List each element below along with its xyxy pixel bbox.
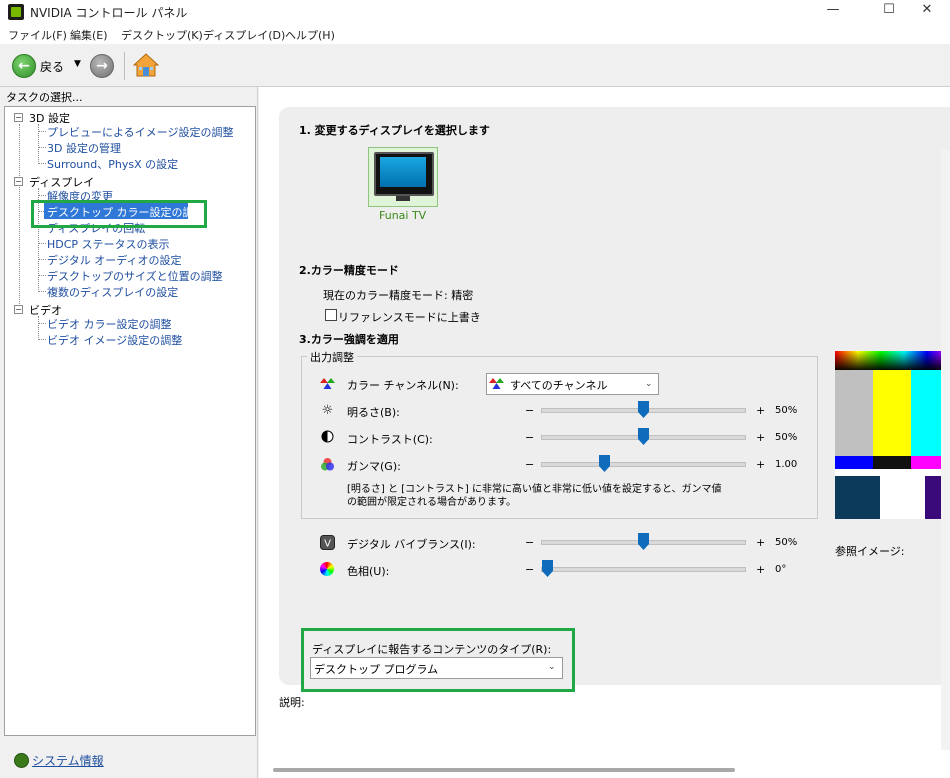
output-adjust-title: 出力調整 <box>307 349 357 365</box>
selected-item-highlight-frame <box>31 200 207 228</box>
contrast-label: コントラスト(C): <box>347 433 433 446</box>
gamma-value: 1.00 <box>775 459 798 470</box>
reference-mode-checkbox[interactable] <box>325 309 337 321</box>
tree-branch-line <box>38 124 39 164</box>
vibrance-value: 50% <box>775 537 798 548</box>
all-channels-icon <box>489 376 504 391</box>
color-channel-icon <box>320 376 335 391</box>
task-select-label: タスクの選択... <box>6 91 83 104</box>
sun-icon: ☼ <box>321 403 334 418</box>
contrast-value: 50% <box>775 432 798 443</box>
monitor-stand <box>396 196 410 201</box>
tree-connector <box>38 259 46 260</box>
horizontal-scrollbar[interactable] <box>273 768 735 772</box>
nvidia-app-icon <box>8 4 24 20</box>
tree-connector <box>38 291 46 292</box>
channel-label: カラー チャンネル(N): <box>347 379 459 392</box>
vibrance-minus: − <box>525 536 535 549</box>
info-icon <box>14 753 29 768</box>
contrast-plus: + <box>756 431 766 444</box>
hue-label: 色相(U): <box>347 565 390 578</box>
menu-help[interactable]: ヘルプ(H) <box>285 27 335 43</box>
tree-connector <box>38 243 46 244</box>
display-name[interactable]: Funai TV <box>379 209 426 222</box>
hue-icon <box>320 562 335 577</box>
reference-mode-label[interactable]: リファレンスモードに上書き <box>338 309 481 325</box>
tree-connector <box>38 163 46 164</box>
tree-item-multiple-displays[interactable]: 複数のディスプレイの設定 <box>47 284 178 300</box>
tree-collapse-display[interactable]: − <box>14 177 23 186</box>
back-arrow-icon[interactable]: ← <box>12 54 36 78</box>
gamma-icon <box>320 457 335 472</box>
tree-connector <box>38 339 46 340</box>
vibrance-label: デジタル バイブランス(I): <box>347 538 476 551</box>
tree-connector <box>38 323 46 324</box>
menu-edit[interactable]: 編集(E) <box>70 27 108 43</box>
contrast-minus: − <box>525 431 535 444</box>
content-type-value: デスクトップ プログラム <box>314 663 439 676</box>
brightness-minus: − <box>525 404 535 417</box>
tree-item-digital-audio[interactable]: デジタル オーディオの設定 <box>47 252 182 268</box>
tree-item-hdcp-status[interactable]: HDCP ステータスの表示 <box>47 236 170 252</box>
gamma-minus: − <box>525 458 535 471</box>
tree-item-video-color[interactable]: ビデオ カラー設定の調整 <box>47 316 172 332</box>
pane-splitter[interactable] <box>257 86 258 778</box>
brightness-plus: + <box>756 404 766 417</box>
gamma-slider[interactable] <box>541 462 746 467</box>
tree-item-manage-3d[interactable]: 3D 設定の管理 <box>47 140 121 156</box>
test-pattern-gradient-shade <box>835 351 950 370</box>
description-label: 説明: <box>279 696 305 709</box>
tree-collapse-3d[interactable]: − <box>14 113 23 122</box>
minimize-button[interactable]: — <box>810 0 856 22</box>
vertical-scrollbar[interactable] <box>941 150 950 750</box>
hue-minus: − <box>525 563 535 576</box>
toolbar-separator <box>124 52 125 80</box>
tree-connector <box>38 131 46 132</box>
hue-value: 0° <box>775 564 787 575</box>
monitor-screen <box>380 157 426 187</box>
section-color-accuracy: 2.カラー精度モード <box>299 264 399 277</box>
tree-item-preview-image-settings[interactable]: プレビューによるイメージ設定の調整 <box>47 124 233 140</box>
tree-connector <box>38 147 46 148</box>
gamma-warning-text: [明るさ] と [コントラスト] に非常に高い値と非常に低い値を設定すると、ガン… <box>347 484 722 508</box>
current-accuracy-mode: 現在のカラー精度モード: 精密 <box>323 289 474 302</box>
hue-plus: + <box>756 563 766 576</box>
section-apply-color: 3.カラー強調を適用 <box>299 333 399 346</box>
reference-test-pattern <box>835 351 950 519</box>
menu-desktop[interactable]: デスクトップ(K) <box>121 27 203 43</box>
tree-connector <box>38 195 46 196</box>
svg-text:V: V <box>324 539 331 550</box>
back-button-label[interactable]: 戻る <box>40 58 64 75</box>
close-button[interactable]: ✕ <box>904 0 950 22</box>
tree-collapse-video[interactable]: − <box>14 305 23 314</box>
tree-branch-line <box>38 316 39 340</box>
forward-arrow-icon[interactable]: → <box>90 54 114 78</box>
tree-item-video-image[interactable]: ビデオ イメージ設定の調整 <box>47 332 182 348</box>
reference-image-label: 参照イメージ: <box>835 545 905 558</box>
chevron-down-icon: ⌄ <box>645 379 653 389</box>
tree-item-surround-physx[interactable]: Surround、PhysX の設定 <box>47 156 178 172</box>
chevron-down-icon: ⌄ <box>548 662 556 672</box>
system-info-link[interactable]: システム情報 <box>32 752 104 769</box>
brightness-label: 明るさ(B): <box>347 406 400 419</box>
back-history-dropdown[interactable]: ▼ <box>74 59 81 69</box>
window-title: NVIDIA コントロール パネル <box>30 6 188 20</box>
gamma-label: ガンマ(G): <box>347 460 401 473</box>
vibrance-icon: V <box>320 535 335 550</box>
content-type-label: ディスプレイに報告するコンテンツのタイプ(R): <box>312 643 552 656</box>
contrast-icon <box>320 430 335 445</box>
section-select-display: 1. 変更するディスプレイを選択します <box>299 124 490 137</box>
gamma-plus: + <box>756 458 766 471</box>
hue-slider[interactable] <box>541 567 746 572</box>
tree-item-desktop-size-position[interactable]: デスクトップのサイズと位置の調整 <box>47 268 223 284</box>
channel-value: すべてのチャンネル <box>510 379 608 392</box>
vibrance-plus: + <box>756 536 766 549</box>
home-icon[interactable] <box>133 52 159 78</box>
tree-root-line <box>19 124 20 310</box>
tree-connector <box>38 275 46 276</box>
brightness-value: 50% <box>775 405 798 416</box>
menu-file[interactable]: ファイル(F) <box>8 27 67 43</box>
menu-display[interactable]: ディスプレイ(D) <box>203 27 285 43</box>
